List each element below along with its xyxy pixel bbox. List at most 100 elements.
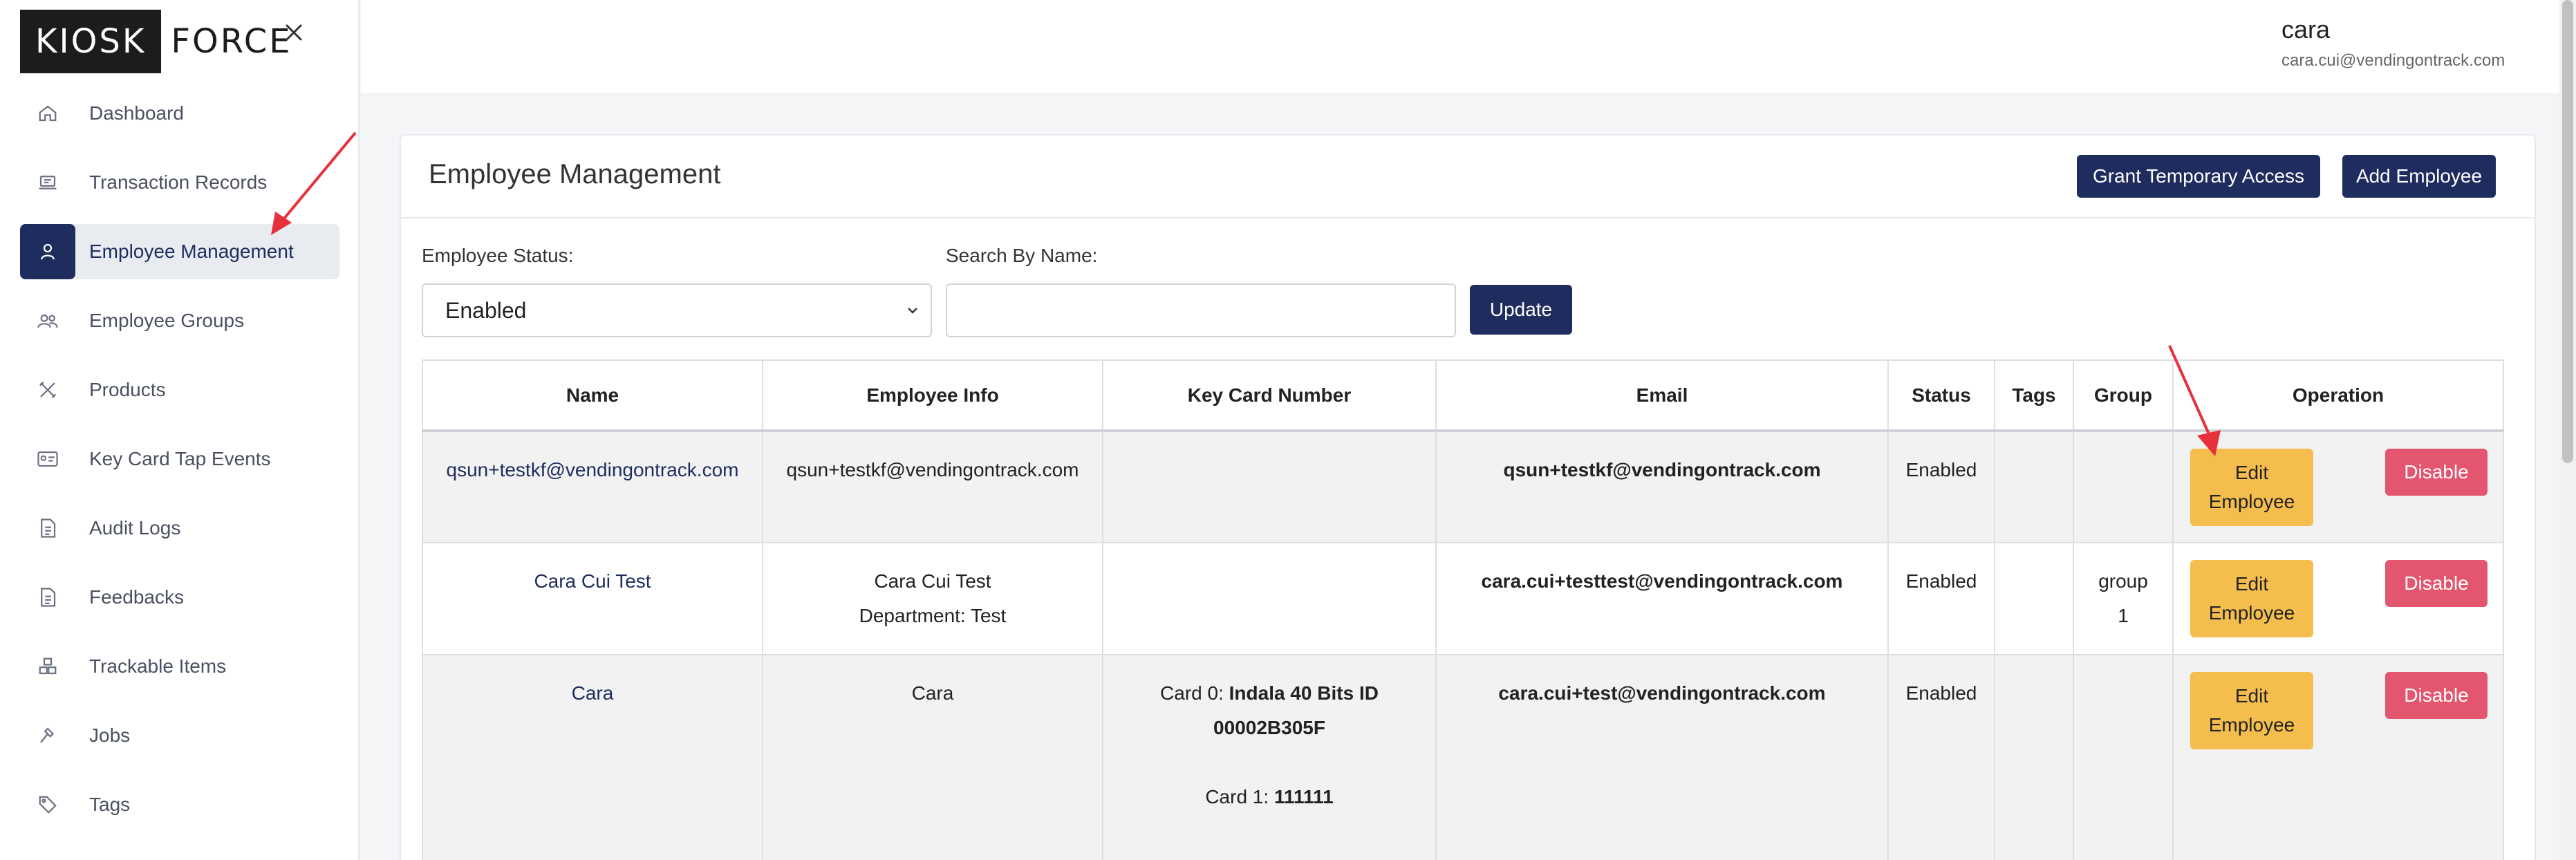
sidebar-item-audit-logs[interactable]: Audit Logs — [20, 501, 339, 556]
sidebar-item-jobs[interactable]: Jobs — [20, 708, 339, 763]
edit-label-line2: Employee — [2208, 714, 2295, 736]
user-icon — [20, 224, 75, 279]
sidebar-nav: Dashboard Transaction Records Employee M… — [20, 86, 339, 846]
column-header-key-card-number[interactable]: Key Card Number — [1102, 359, 1437, 432]
sidebar-item-label: Transaction Records — [89, 171, 268, 193]
close-sidebar-button[interactable] — [277, 15, 311, 50]
page-title: Employee Management — [429, 159, 721, 189]
operation-cell: Edit Employee Disable — [2172, 654, 2504, 860]
name-cell: Cara — [422, 654, 763, 860]
employee-info-cell: Cara — [762, 654, 1103, 860]
sidebar-item-label: Audit Logs — [89, 517, 181, 539]
search-by-name-input[interactable] — [946, 283, 1456, 337]
hammer-icon — [20, 708, 75, 763]
sidebar-item-label: Employee Management — [89, 241, 294, 262]
user-menu[interactable]: cara cara.cui@vendingontrack.com — [2281, 15, 2505, 71]
edit-employee-button[interactable]: Edit Employee — [2190, 449, 2313, 526]
column-header-group[interactable]: Group — [2073, 359, 2174, 432]
user-name: cara — [2281, 15, 2331, 44]
sidebar-item-trackable-items[interactable]: Trackable Items — [20, 639, 339, 694]
key-card-0: Card 0: Indala 40 Bits ID — [1103, 676, 1435, 711]
employee-status-value: Enabled — [445, 297, 527, 323]
employee-info-line: Cara — [911, 682, 954, 704]
sidebar-item-label: Jobs — [89, 725, 131, 746]
disable-button[interactable]: Disable — [2385, 560, 2488, 607]
tags-cell — [1994, 430, 2074, 543]
column-header-employee-info[interactable]: Employee Info — [762, 359, 1103, 432]
tools-icon — [20, 362, 75, 418]
column-header-email[interactable]: Email — [1435, 359, 1889, 432]
sidebar-item-transaction-records[interactable]: Transaction Records — [20, 155, 339, 210]
document-icon — [20, 570, 75, 625]
employee-status-select[interactable]: Enabled — [422, 283, 932, 337]
column-header-operation: Operation — [2172, 359, 2504, 432]
sidebar-item-dashboard[interactable]: Dashboard — [20, 86, 339, 141]
disable-button[interactable]: Disable — [2385, 672, 2488, 719]
edit-label-line2: Employee — [2208, 491, 2295, 512]
table-row: Cara Cara Card 0: Indala 40 Bits ID 0000… — [422, 654, 2504, 860]
edit-employee-button[interactable]: Edit Employee — [2190, 560, 2313, 637]
search-by-name-label: Search By Name: — [946, 245, 1098, 266]
operation-cell: Edit Employee Disable — [2172, 542, 2504, 655]
email-cell: qsun+testkf@vendingontrack.com — [1435, 430, 1889, 543]
disable-button[interactable]: Disable — [2385, 449, 2488, 496]
employee-info-cell: qsun+testkf@vendingontrack.com — [762, 430, 1103, 543]
sidebar-item-employee-groups[interactable]: Employee Groups — [20, 293, 339, 348]
tag-icon — [20, 777, 75, 832]
sidebar-item-label: Products — [89, 379, 166, 400]
table-header-row: Name Employee Info Key Card Number Email… — [422, 359, 2504, 432]
card-header: Employee Management Grant Temporary Acce… — [401, 135, 2535, 218]
logo-part-force: FORCE — [171, 22, 292, 61]
group-name-line2: 1 — [2118, 605, 2129, 626]
key-card-1-prefix: Card 1: — [1205, 786, 1274, 807]
grant-temporary-access-button[interactable]: Grant Temporary Access — [2077, 155, 2320, 198]
add-employee-button[interactable]: Add Employee — [2342, 155, 2496, 198]
edit-label-line1: Edit — [2234, 462, 2269, 483]
employee-status-label: Employee Status: — [422, 245, 574, 266]
key-card-cell — [1102, 430, 1437, 543]
logo-part-kiosk: KIOSK — [20, 10, 162, 73]
home-icon — [20, 86, 75, 141]
receipt-icon — [20, 155, 75, 210]
operation-cell: Edit Employee Disable — [2172, 430, 2504, 543]
chevron-down-icon — [908, 308, 917, 314]
scrollbar-thumb[interactable] — [2562, 0, 2573, 463]
employee-name-link[interactable]: qsun+testkf@vendingontrack.com — [447, 459, 739, 480]
group-cell: group 1 — [2073, 542, 2174, 655]
update-button[interactable]: Update — [1470, 285, 1572, 335]
employee-name-link[interactable]: Cara — [572, 682, 614, 704]
status-cell: Enabled — [1887, 430, 1995, 543]
users-icon — [20, 293, 75, 348]
tags-cell — [1994, 654, 2074, 860]
employee-name-link[interactable]: Cara Cui Test — [534, 570, 651, 592]
table-row: Cara Cui Test Cara Cui Test Department: … — [422, 542, 2504, 655]
column-header-status[interactable]: Status — [1887, 359, 1995, 432]
sidebar-item-label: Dashboard — [89, 102, 184, 124]
status-cell: Enabled — [1887, 654, 1995, 860]
employee-department-line: Department: Test — [859, 605, 1007, 626]
sidebar-item-label: Key Card Tap Events — [89, 448, 271, 469]
edit-label-line1: Edit — [2234, 573, 2269, 595]
sidebar-item-feedbacks[interactable]: Feedbacks — [20, 570, 339, 625]
id-card-icon — [20, 431, 75, 487]
column-header-tags[interactable]: Tags — [1994, 359, 2074, 432]
key-card-cell — [1102, 542, 1437, 655]
sidebar-item-label: Trackable Items — [89, 655, 227, 677]
key-card-1: Card 1: 111111 — [1103, 780, 1435, 814]
kiosk-force-logo[interactable]: KIOSK FORCE — [20, 10, 292, 73]
email-cell: cara.cui+test@vendingontrack.com — [1435, 654, 1889, 860]
column-header-name[interactable]: Name — [422, 359, 763, 432]
sidebar-item-key-card-tap-events[interactable]: Key Card Tap Events — [20, 431, 339, 487]
employee-management-card: Employee Management Grant Temporary Acce… — [400, 134, 2536, 860]
page-scrollbar[interactable] — [2559, 0, 2576, 860]
key-card-cell: Card 0: Indala 40 Bits ID 00002B305F Car… — [1102, 654, 1437, 860]
key-card-0-prefix: Card 0: — [1160, 682, 1229, 704]
group-cell — [2073, 654, 2174, 860]
status-cell: Enabled — [1887, 542, 1995, 655]
sidebar-item-employee-management[interactable]: Employee Management — [20, 224, 339, 279]
sidebar-item-tags[interactable]: Tags — [20, 777, 339, 832]
sidebar-item-products[interactable]: Products — [20, 362, 339, 418]
edit-employee-button[interactable]: Edit Employee — [2190, 672, 2313, 749]
tags-cell — [1994, 542, 2074, 655]
key-card-1-value: 111111 — [1273, 786, 1334, 807]
